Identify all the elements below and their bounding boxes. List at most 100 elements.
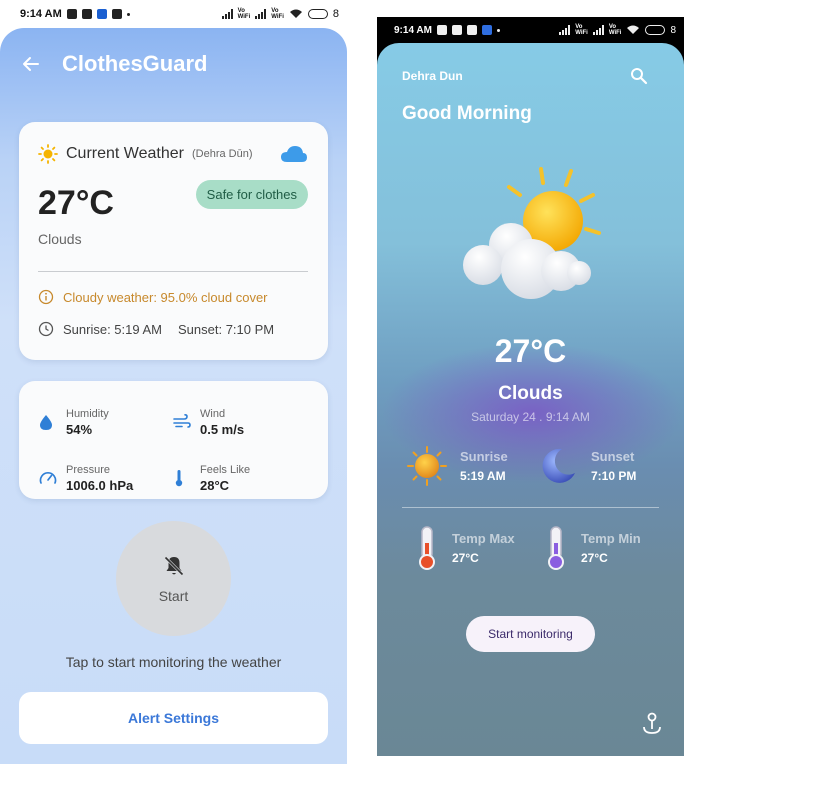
signal-2-icon — [255, 9, 267, 19]
signal-icon-right — [559, 25, 571, 35]
pin-app-icon — [96, 9, 107, 19]
more-notifications-icon — [126, 12, 130, 16]
weather-details-card: Humidity 54% Wind 0.5 m/s Pressure 1006.… — [19, 381, 328, 499]
sunset-label-right: Sunset — [591, 449, 635, 464]
wind-item: Wind 0.5 m/s — [173, 401, 307, 443]
weather-app-screen: 9:14 AM Vo WiFi Vo WiFi 8 Dehra Dun Good… — [377, 17, 684, 756]
sunrise-item: Sunrise 5:19 AM — [406, 445, 508, 487]
wifi-icon-right — [627, 25, 640, 34]
app-bar: ClothesGuard — [0, 28, 347, 100]
pressure-label: Pressure — [66, 463, 111, 476]
sunrise-value-right: 5:19 AM — [460, 469, 506, 483]
start-monitoring-button[interactable]: Start — [116, 521, 231, 636]
greeting: Good Morning — [402, 103, 532, 124]
alert-text: Cloudy weather: 95.0% cloud cover — [63, 289, 268, 305]
app-title: ClothesGuard — [62, 51, 208, 76]
section-divider — [402, 507, 659, 508]
temp-min-value: 27°C — [581, 551, 608, 565]
monitoring-hint: Tap to start monitoring the weather — [65, 654, 282, 670]
start-label: Start — [158, 587, 189, 604]
status-badge: Safe for clothes — [195, 180, 308, 209]
volte-icon-right: Vo WiFi — [575, 24, 588, 36]
location-pin-icon[interactable] — [641, 711, 663, 740]
volte-icon: Vo WiFi — [237, 8, 251, 20]
pin-app-icon-right — [481, 25, 492, 35]
pressure-value: 1006.0 hPa — [66, 477, 134, 493]
temp-max-label: Temp Max — [452, 531, 515, 546]
more-notifications-icon-right — [496, 28, 500, 32]
feels-like-item: Feels Like 28°C — [173, 457, 307, 499]
thermometer-hot-icon — [419, 526, 435, 570]
clothesguard-screen: 9:14 AM Vo WiFi Vo WiFi 8 ClothesGuard C… — [0, 0, 347, 764]
status-time-right: 9:14 AM — [394, 24, 432, 36]
search-icon[interactable] — [630, 67, 648, 90]
sun-times: Sunrise: 5:19 AM Sunset: 7:10 PM — [38, 321, 308, 337]
sunrise-sun-icon — [407, 446, 447, 486]
sun-icon — [38, 144, 58, 164]
card-title: Current Weather — [66, 145, 184, 162]
condition-label-right: Clouds — [498, 383, 563, 404]
thermometer-cold-icon — [548, 526, 564, 570]
linkedin-icon — [111, 9, 122, 19]
sun-behind-cloud-icon — [463, 167, 601, 299]
wind-value: 0.5 m/s — [200, 421, 245, 437]
sunrise-text: Sunrise: 5:19 AM — [63, 321, 162, 337]
alert-settings-button[interactable]: Alert Settings — [19, 692, 328, 744]
status-bar-right: 9:14 AM Vo WiFi Vo WiFi 8 — [377, 17, 684, 43]
location-label: (Dehra Dūn) — [191, 148, 253, 160]
temperature-value-right: 27°C — [494, 333, 567, 369]
sunset-item: Sunset 7:10 PM — [537, 445, 636, 487]
app-notification-icon — [81, 9, 92, 19]
humidity-value: 54% — [66, 421, 93, 437]
date-label: Saturday 24 . 9:14 AM — [471, 410, 590, 424]
battery-icon-right — [645, 25, 666, 35]
moon-icon — [542, 448, 575, 483]
wifi-icon — [289, 9, 302, 18]
alarm-off-icon — [66, 9, 77, 19]
humidity-item: Humidity 54% — [39, 401, 173, 443]
temp-max-item: Temp Max 27°C — [414, 525, 515, 571]
thermometer-icon — [175, 470, 183, 487]
city-label: Dehra Dun — [402, 69, 463, 83]
current-weather-card: Current Weather (Dehra Dūn) 27°C Clouds … — [19, 122, 328, 360]
wind-icon — [173, 414, 191, 428]
info-icon — [38, 289, 54, 305]
clock-icon — [38, 321, 54, 337]
humidity-label: Humidity — [66, 407, 109, 420]
sunset-value-right: 7:10 PM — [591, 469, 637, 483]
pressure-item: Pressure 1006.0 hPa — [39, 457, 173, 499]
status-bar: 9:14 AM Vo WiFi Vo WiFi 8 — [0, 0, 347, 28]
alarm-off-icon-right — [436, 25, 447, 35]
notifications-off-icon — [163, 555, 184, 576]
screenshot-stage: 9:14 AM Vo WiFi Vo WiFi 8 ClothesGuard C… — [0, 0, 831, 785]
signal-2-icon-right — [592, 25, 604, 35]
app-notification-icon-right — [466, 25, 477, 35]
card-divider — [38, 271, 308, 272]
condition-label: Clouds — [38, 231, 82, 247]
temp-min-label: Temp Min — [581, 531, 641, 546]
feels-like-value: 28°C — [200, 477, 230, 493]
status-time: 9:14 AM — [20, 8, 62, 20]
cloud-icon — [281, 146, 307, 162]
signal-icon — [221, 9, 233, 19]
app-body: ClothesGuard Current Weather (Dehra Dūn)… — [0, 28, 347, 764]
sunset-text: Sunset: 7:10 PM — [178, 321, 275, 337]
back-arrow-icon[interactable] — [22, 53, 44, 75]
weather-app-body: Dehra Dun Good Morning 27°C Clouds Satur… — [377, 43, 684, 756]
water-drop-icon — [40, 415, 52, 430]
temp-max-value: 27°C — [452, 551, 479, 565]
snapchat-icon — [451, 25, 462, 35]
battery-icon — [307, 9, 328, 19]
volte-2-icon: Vo WiFi — [271, 8, 284, 20]
gauge-icon — [39, 472, 57, 484]
battery-level: 8 — [332, 8, 339, 20]
feels-like-label: Feels Like — [200, 463, 251, 476]
sunrise-label-right: Sunrise — [460, 449, 508, 464]
start-monitoring-button-right[interactable]: Start monitoring — [466, 616, 595, 652]
temp-min-item: Temp Min 27°C — [543, 525, 641, 571]
volte-2-icon-right: Vo WiFi — [608, 24, 622, 36]
battery-level-right: 8 — [670, 24, 676, 36]
weather-alert: Cloudy weather: 95.0% cloud cover — [38, 289, 308, 305]
wind-label: Wind — [200, 407, 226, 420]
temperature-value: 27°C — [38, 184, 114, 222]
